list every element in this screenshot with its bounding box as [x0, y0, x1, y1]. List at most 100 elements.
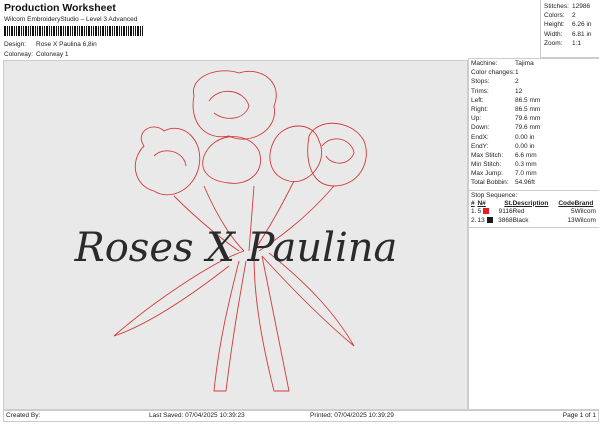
barcode-bar: [84, 26, 85, 36]
info-row: Down: 79.6 mm: [469, 123, 599, 132]
barcode-bar: [72, 26, 73, 36]
barcode-bar: [60, 26, 62, 36]
barcode-bar: [42, 26, 43, 36]
info-key: EndY:: [471, 142, 489, 150]
info-key: Max Stitch:: [471, 151, 504, 159]
info-key: Stops:: [471, 78, 490, 86]
embroidery-design: Roses X Paulina: [74, 70, 398, 392]
barcode-bar: [67, 26, 69, 36]
table-row: 1. 5 9116 Red 5 Wilcom: [471, 207, 600, 216]
colorway-label: Colorway:: [4, 51, 33, 58]
stop-sequence-table: # N# St. Description Code Brand 1. 5 9116 Red 5 W…: [471, 200, 600, 225]
info-key: Zoom:: [544, 39, 563, 47]
info-key: Stitches:: [544, 3, 569, 10]
color-swatch: [486, 216, 493, 223]
info-key: Machine:: [471, 60, 498, 67]
info-value: 1:1: [572, 39, 582, 47]
info-key: Up:: [471, 115, 482, 123]
info-key: Min Stitch:: [471, 161, 502, 169]
barcode-bar: [18, 26, 20, 36]
info-value: 79.6 mm: [515, 124, 541, 132]
brand: Wilcom: [574, 207, 596, 215]
info-value: Tajima: [515, 60, 534, 67]
info-value: 6.6 mm: [515, 151, 537, 159]
info-row: Stops: 2: [469, 77, 599, 86]
info-key: Max Jump:: [471, 170, 503, 178]
info-row: Min Stitch: 0.3 mm: [469, 160, 599, 169]
barcode-bar: [93, 26, 94, 36]
barcode-bar: [114, 26, 115, 36]
barcode-bar: [91, 26, 92, 36]
barcode-bar: [53, 26, 55, 36]
barcode-bar: [86, 26, 87, 36]
info-row: Width: 6.81 in: [544, 30, 596, 39]
barcode-bar: [35, 26, 36, 36]
barcode-bar: [95, 26, 97, 36]
design-value: Rose X Paulina 6,8in: [36, 41, 97, 48]
barcode-bar: [77, 26, 78, 36]
color-code: 5: [570, 207, 575, 215]
info-row: Max Stitch: 6.6 mm: [469, 151, 599, 160]
info-row: Trims: 12: [469, 87, 599, 96]
barcode-bar: [140, 26, 141, 36]
barcode-bar: [112, 26, 113, 36]
info-key: Total Bobbin:: [471, 179, 509, 187]
info-value: 86.5 mm: [515, 96, 541, 104]
info-value: 2: [515, 78, 519, 86]
colorway-row: Colorway: Colorway 1: [4, 51, 69, 58]
barcode-bar: [65, 26, 66, 36]
design-preview: Roses X Paulina: [3, 60, 468, 410]
software-name: Wilcom EmbroideryStudio – Level 3 Advanc…: [4, 16, 138, 23]
info-value: 7.0 mm: [515, 170, 537, 178]
barcode-bar: [121, 26, 122, 36]
barcode-bar: [88, 26, 90, 36]
barcode-bar: [58, 26, 59, 36]
barcode-bar: [105, 26, 106, 36]
barcode-bar: [135, 26, 136, 36]
barcode-bar: [100, 26, 101, 36]
info-value: 54.96ft: [515, 179, 535, 187]
color-swatch: [482, 207, 489, 214]
info-value: 12986: [572, 3, 591, 10]
barcode-bar: [142, 26, 143, 36]
barcode-bar: [102, 26, 104, 36]
barcode-bar: [79, 26, 80, 36]
info-value: 0.00 in: [515, 142, 535, 150]
info-value: 86.5 mm: [515, 105, 541, 113]
design-lettering: Roses X Paulina: [74, 225, 398, 271]
info-value: 0.00 in: [515, 133, 535, 141]
barcode-bar: [16, 26, 17, 36]
barcode-bar: [7, 26, 8, 36]
info-row: Colors: 2: [544, 11, 596, 20]
barcode-bar: [98, 26, 99, 36]
barcode-bar: [49, 26, 50, 36]
info-key: Trims:: [471, 87, 489, 95]
colorway-value: Colorway 1: [36, 51, 69, 58]
barcode-bar: [123, 26, 125, 36]
info-value: 12: [515, 87, 523, 95]
info-value: 79.6 mm: [515, 115, 541, 123]
needle: 5: [477, 207, 482, 215]
info-key: Right:: [471, 105, 488, 113]
barcode-bar: [116, 26, 118, 36]
barcode-bar: [23, 26, 24, 36]
info-key: Color changes:: [471, 69, 515, 77]
color-description: Red: [512, 207, 525, 215]
barcode-bar: [119, 26, 120, 36]
color-description: Black: [512, 216, 529, 224]
info-key: Left:: [471, 96, 484, 104]
barcode-bar: [4, 26, 6, 36]
design-row: Design: Rose X Paulina 6,8in: [4, 41, 97, 48]
barcode-bar: [126, 26, 127, 36]
barcode-bar: [21, 26, 22, 36]
footer: Created By: Last Saved: 07/04/2025 10:39…: [3, 410, 599, 422]
machine-info-panel: Machine: Tajima Color changes:1 Stops: 2 Trim…: [468, 58, 599, 410]
barcode-bar: [30, 26, 31, 36]
info-row: Machine: Tajima: [469, 59, 599, 68]
column-header: Code: [558, 199, 575, 207]
info-row: Stitches: 12986: [544, 2, 596, 11]
column-header: St.: [504, 199, 513, 207]
column-header: N#: [477, 199, 486, 207]
info-value: 1: [515, 69, 519, 77]
barcode-bar: [74, 26, 76, 36]
